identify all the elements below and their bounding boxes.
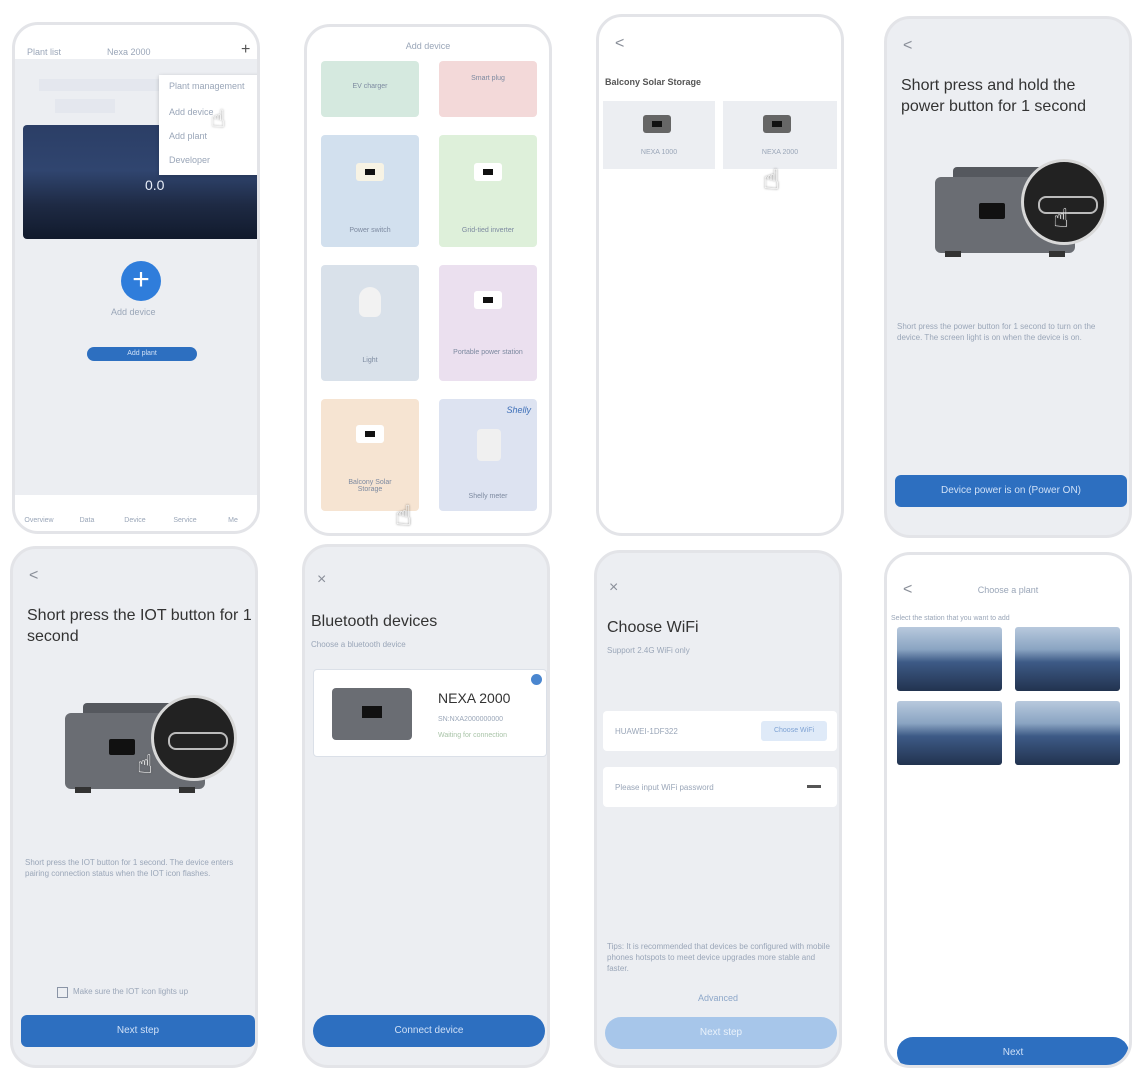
instruction-description: Short press the IOT button for 1 second.… (25, 858, 234, 878)
eye-icon[interactable] (807, 785, 821, 788)
next-step-button[interactable]: Next step (605, 1017, 837, 1049)
menu-add-plant[interactable]: Add plant (169, 131, 207, 141)
device-card[interactable]: NEXA 2000 SN:NXA2000000000 Waiting for c… (313, 669, 547, 757)
info-icon (531, 674, 542, 685)
tile-ev-charger[interactable]: EV charger (321, 61, 419, 117)
instruction-title: Short press and hold the power button fo… (901, 77, 1087, 115)
tab-me[interactable]: Me (213, 517, 253, 524)
top-bar: Plant list Nexa 2000 + (15, 25, 257, 59)
password-row[interactable]: Please input WiFi password (603, 767, 837, 807)
next-button[interactable]: Next (897, 1037, 1129, 1065)
page-subtitle: Select the station that you want to add (891, 615, 1010, 622)
tile-power-switch[interactable]: Power switch (321, 135, 419, 247)
add-device-label: Add device (111, 307, 156, 317)
plant-card-3[interactable] (897, 701, 1002, 765)
tab-data[interactable]: Data (67, 517, 107, 524)
page-subtitle: Choose a bluetooth device (311, 640, 406, 649)
instruction-title: Short press the IOT button for 1 second (27, 607, 252, 645)
phone-home: Plant list Nexa 2000 + 0.0 Plant managem… (12, 22, 260, 534)
phone-add-device: Add device EV charger Smart plug Power s… (304, 24, 552, 536)
tile-smart-plug[interactable]: Smart plug (439, 61, 537, 117)
close-icon[interactable]: × (609, 579, 618, 597)
pointer-hand-icon: ☝ (137, 749, 153, 779)
option-nexa-1000[interactable]: NEXA 1000 (603, 101, 715, 169)
storage-image (356, 425, 384, 443)
power-on-button[interactable]: Device power is on (Power ON) (895, 475, 1127, 507)
next-step-button[interactable]: Next step (21, 1015, 255, 1047)
back-icon[interactable]: < (903, 37, 912, 55)
pointer-hand-icon: ☝ (1053, 203, 1069, 233)
wifi-name: HUAWEI-1DF322 (615, 727, 678, 736)
pointer-hand-icon: ☝ (395, 500, 413, 531)
pointer-hand-icon: ☝ (763, 164, 781, 195)
tab-service[interactable]: Service (165, 517, 205, 524)
banner-value: 0.0 (145, 177, 165, 193)
menu-plant-management[interactable]: Plant management (169, 81, 245, 91)
menu-developer[interactable]: Developer (169, 155, 210, 165)
tile-grid-tied-inverter[interactable]: Grid-tied inverter (439, 135, 537, 247)
meter-image (477, 429, 501, 461)
device-thumbnail (332, 688, 412, 740)
bulb-image (359, 287, 381, 317)
nexa-2000-image (763, 115, 791, 133)
close-icon[interactable]: × (317, 571, 326, 589)
portable-image (474, 291, 502, 309)
back-icon[interactable]: < (29, 567, 38, 585)
menu-add-device[interactable]: Add device (169, 107, 214, 117)
device-name: NEXA 2000 (438, 690, 511, 706)
advanced-link[interactable]: Advanced (597, 993, 839, 1003)
inverter-image (474, 163, 502, 181)
add-plus-button[interactable]: + (241, 41, 250, 59)
sub-bar-2 (55, 99, 115, 113)
section-heading: Balcony Solar Storage (605, 77, 702, 87)
device-illustration (53, 695, 237, 795)
pointer-hand-icon: ☝ (211, 106, 226, 133)
tab-overview[interactable]: Overview (19, 517, 59, 524)
tile-balcony-solar-storage[interactable]: Balcony Solar Storage (321, 399, 419, 511)
page-title: Add device (405, 41, 451, 51)
device-status: Waiting for connection (438, 732, 507, 739)
choose-wifi-button[interactable]: Choose WiFi (761, 721, 827, 741)
add-plant-button[interactable]: Add plant (87, 347, 197, 361)
option-nexa-2000[interactable]: NEXA 2000 (723, 101, 837, 169)
page-title: Choose a plant (977, 585, 1039, 595)
tile-shelly-meter[interactable]: Shelly Shelly meter (439, 399, 537, 511)
tile-light[interactable]: Light (321, 265, 419, 381)
plant-card-1[interactable] (897, 627, 1002, 691)
phone-bluetooth: × Bluetooth devices Choose a bluetooth d… (302, 544, 550, 1068)
add-device-circle-button[interactable]: + (121, 261, 161, 301)
connect-device-button[interactable]: Connect device (313, 1015, 545, 1047)
phone-iot-button: < Short press the IOT button for 1 secon… (10, 546, 258, 1068)
nexa-1000-image (643, 115, 671, 133)
confirm-checkbox-label: Make sure the IOT icon lights up (73, 987, 189, 996)
password-input[interactable]: Please input WiFi password (615, 782, 714, 793)
page-subtitle: Support 2.4G WiFi only (607, 646, 690, 655)
phone-balcony-storage: < Balcony Solar Storage NEXA 1000 NEXA 2… (596, 14, 844, 536)
dropdown-menu: Plant management Add device Add plant De… (159, 75, 257, 175)
plant-list-link[interactable]: Plant list (27, 47, 61, 57)
zoom-circle (151, 695, 237, 781)
tile-portable-power-station[interactable]: Portable power station (439, 265, 537, 381)
plant-card-2[interactable] (1015, 627, 1120, 691)
page-title: Choose WiFi (607, 619, 699, 636)
tips-note: Tips: It is recommended that devices be … (607, 942, 830, 973)
phone-choose-plant: < Choose a plant Select the station that… (884, 552, 1132, 1068)
switch-image (356, 163, 384, 181)
shelly-logo: Shelly (506, 405, 531, 415)
wifi-row: HUAWEI-1DF322 Choose WiFi (603, 711, 837, 751)
back-icon[interactable]: < (615, 35, 624, 53)
sub-bar (39, 79, 159, 91)
phone-power-button: < Short press and hold the power button … (884, 16, 1132, 538)
plant-title[interactable]: Nexa 2000 (107, 47, 151, 57)
tab-bar: Overview Data Device Service Me (15, 495, 257, 531)
plant-card-4[interactable] (1015, 701, 1120, 765)
device-serial: SN:NXA2000000000 (438, 716, 503, 723)
tab-device[interactable]: Device (115, 517, 155, 524)
page-title: Bluetooth devices (311, 613, 438, 630)
phone-choose-wifi: × Choose WiFi Support 2.4G WiFi only HUA… (594, 550, 842, 1068)
confirm-checkbox[interactable] (57, 987, 68, 998)
instruction-description: Short press the power button for 1 secon… (897, 322, 1096, 342)
